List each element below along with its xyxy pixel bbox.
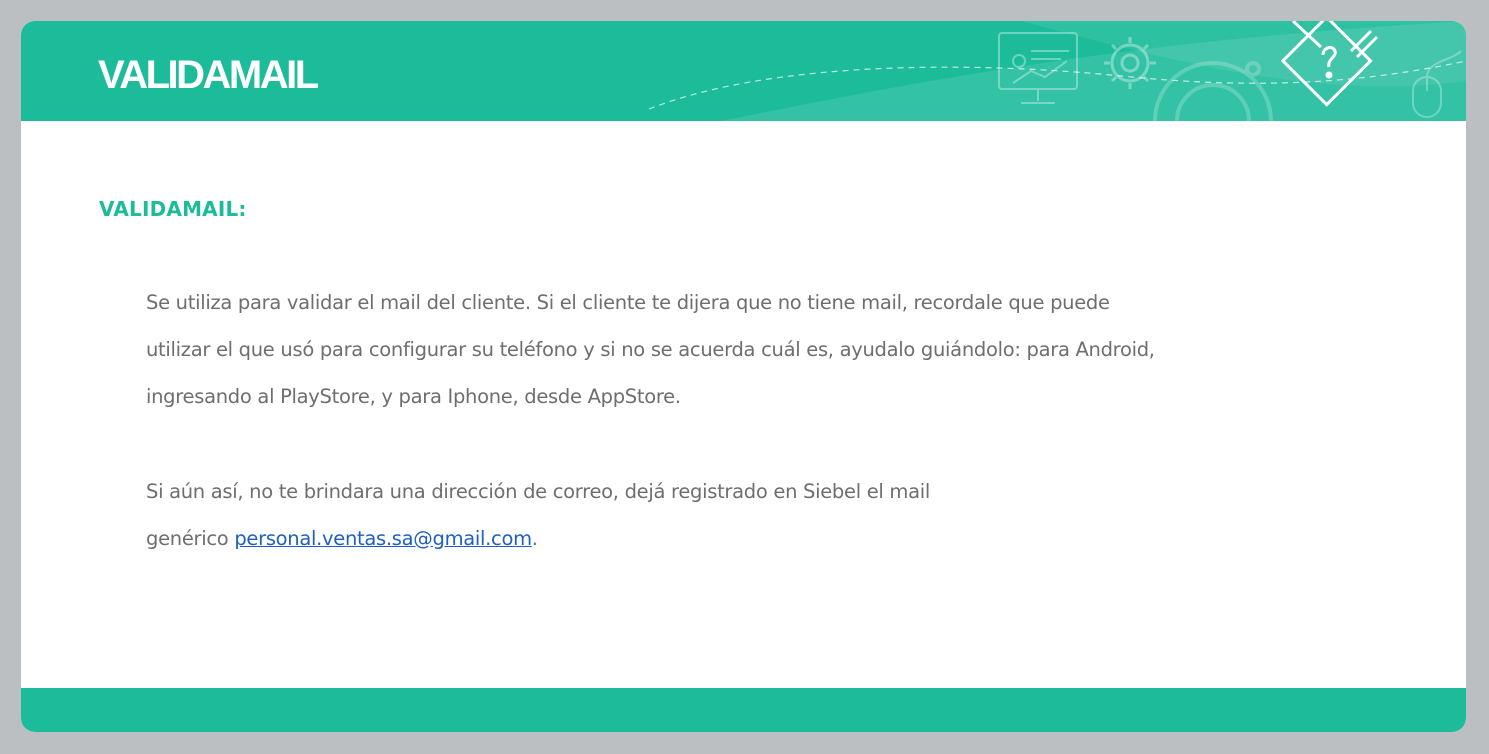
paragraph-description: Se utiliza para validar el mail del clie…	[146, 279, 1326, 420]
email-suffix: .	[531, 527, 538, 550]
paragraph-line: ingresando al PlayStore, y para Iphone, …	[146, 385, 681, 408]
header-banner: VALIDAMAIL	[21, 21, 1466, 121]
brand-logo: VALIDAMAIL	[98, 53, 319, 97]
paragraph-line-email: genérico personal.ventas.sa@gmail.com.	[146, 515, 1146, 562]
paragraph-line: Se utiliza para validar el mail del clie…	[146, 291, 1110, 314]
paragraph-line: utilizar el que usó para configurar su t…	[146, 338, 1155, 361]
email-link[interactable]: personal.ventas.sa@gmail.com	[234, 527, 532, 550]
footer-bar	[21, 688, 1466, 732]
section-title: VALIDAMAIL:	[99, 197, 247, 221]
email-prefix: genérico	[146, 527, 235, 550]
content-card: VALIDAMAIL VALIDAMAIL: Se utiliza para v…	[21, 21, 1466, 732]
paragraph-fallback: Si aún así, no te brindara una dirección…	[146, 468, 1146, 562]
paragraph-line: Si aún así, no te brindara una dirección…	[146, 480, 931, 503]
